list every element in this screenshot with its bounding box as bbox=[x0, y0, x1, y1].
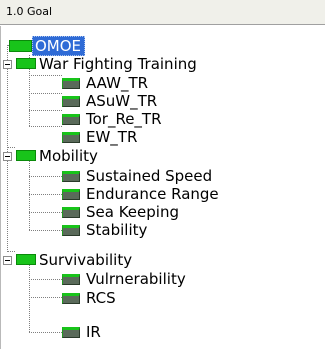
tree-node-label-root[interactable]: OMOE bbox=[32, 36, 86, 56]
collapse-toggle-icon[interactable] bbox=[3, 60, 12, 69]
tree-leaf[interactable]: Endurance Range bbox=[1, 185, 241, 203]
tree-group-mobility[interactable]: Mobility bbox=[1, 147, 201, 165]
tree-leaf[interactable]: RCS bbox=[1, 289, 201, 307]
node-gray-icon bbox=[62, 225, 80, 236]
tree-leaf-label: IR bbox=[86, 323, 101, 341]
tree-leaf[interactable]: Vulrnerability bbox=[1, 270, 221, 288]
node-gray-icon bbox=[62, 327, 80, 338]
tree-group-war-fighting-training[interactable]: War Fighting Training bbox=[1, 55, 301, 73]
tree-leaf[interactable]: ASuW_TR bbox=[1, 92, 201, 110]
node-gray-icon bbox=[62, 132, 80, 143]
node-gray-icon bbox=[62, 274, 80, 285]
tree-leaf-label: Sustained Speed bbox=[86, 167, 213, 185]
tree-leaf[interactable]: AAW_TR bbox=[1, 74, 201, 92]
tree-leaf-label: Tor_Re_TR bbox=[86, 110, 162, 128]
node-gray-icon bbox=[62, 171, 80, 182]
node-green-icon bbox=[9, 40, 32, 52]
collapse-toggle-icon[interactable] bbox=[3, 256, 12, 265]
goal-tree-window: 1.0 Goal OMOE War Fighting Training AAW_… bbox=[0, 0, 325, 349]
node-green-icon bbox=[16, 254, 36, 265]
tree-leaf[interactable]: Tor_Re_TR bbox=[1, 110, 201, 128]
tree-group-label: War Fighting Training bbox=[39, 55, 197, 73]
tree-node-root[interactable]: OMOE bbox=[1, 36, 121, 56]
tree-group-survivability[interactable]: Survivability bbox=[1, 251, 201, 269]
goal-tree: OMOE War Fighting Training AAW_TR ASuW_T… bbox=[0, 26, 325, 349]
tree-leaf[interactable]: Sea Keeping bbox=[1, 203, 241, 221]
node-gray-icon bbox=[62, 96, 80, 107]
node-green-icon bbox=[16, 58, 36, 69]
tree-leaf-label: Endurance Range bbox=[86, 185, 219, 203]
tree-group-label: Mobility bbox=[39, 147, 98, 165]
header-title: 1.0 Goal bbox=[0, 0, 325, 25]
tree-leaf-label: RCS bbox=[86, 289, 116, 307]
tree-leaf-label: ASuW_TR bbox=[86, 92, 158, 110]
tree-group-label: Survivability bbox=[39, 251, 133, 269]
node-green-icon bbox=[16, 150, 36, 161]
tree-leaf-label: Vulrnerability bbox=[86, 270, 186, 288]
node-gray-icon bbox=[62, 207, 80, 218]
node-gray-icon bbox=[62, 189, 80, 200]
node-gray-icon bbox=[62, 293, 80, 304]
tree-leaf-label: Sea Keeping bbox=[86, 203, 179, 221]
tree-leaf[interactable]: Stability bbox=[1, 221, 241, 239]
tree-leaf[interactable]: EW_TR bbox=[1, 128, 201, 146]
collapse-toggle-icon[interactable] bbox=[3, 152, 12, 161]
tree-leaf-label: Stability bbox=[86, 221, 148, 239]
tree-leaf-label: AAW_TR bbox=[86, 74, 149, 92]
node-gray-icon bbox=[62, 114, 80, 125]
tree-leaf[interactable]: IR bbox=[1, 323, 201, 341]
node-gray-icon bbox=[62, 78, 80, 89]
tree-leaf[interactable]: Sustained Speed bbox=[1, 167, 241, 185]
tree-leaf-label: EW_TR bbox=[86, 128, 138, 146]
